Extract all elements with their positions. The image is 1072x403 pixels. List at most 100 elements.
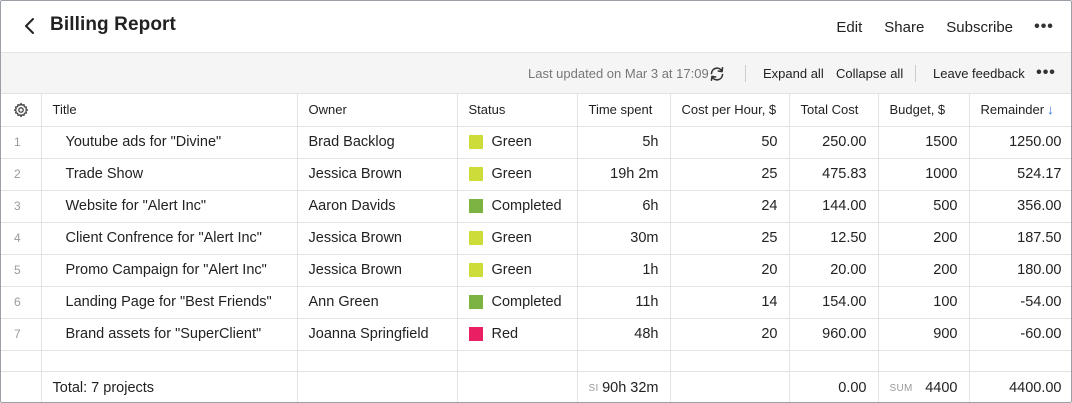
edit-button[interactable]: Edit: [836, 19, 862, 36]
remainder-cell[interactable]: 356.00: [969, 190, 1071, 223]
budget-cell[interactable]: 200: [878, 254, 970, 287]
row-index: 5: [1, 254, 42, 287]
column-header-budget[interactable]: Budget, $: [878, 94, 970, 127]
more-dots-icon: •••: [1034, 18, 1054, 35]
remainder-cell[interactable]: 524.17: [969, 158, 1071, 191]
expand-all-button[interactable]: Expand all: [763, 66, 824, 81]
project-title-cell[interactable]: Client Confrence for "Alert Inc": [41, 222, 298, 255]
remainder-cell[interactable]: -60.00: [969, 318, 1071, 351]
column-header-owner[interactable]: Owner: [297, 94, 458, 127]
cost-per-hour-cell[interactable]: 14: [670, 286, 790, 319]
page-title: Billing Report: [50, 14, 176, 35]
total-cost-cell[interactable]: 144.00: [789, 190, 879, 223]
total-cost-cell[interactable]: 12.50: [789, 222, 879, 255]
remainder-cell[interactable]: 180.00: [969, 254, 1071, 287]
total-cost-cell[interactable]: 154.00: [789, 286, 879, 319]
total-cost-cell[interactable]: 20.00: [789, 254, 879, 287]
project-title-cell[interactable]: Landing Page for "Best Friends": [41, 286, 298, 319]
owner-cell[interactable]: Jessica Brown: [297, 254, 458, 287]
cost-per-hour-cell[interactable]: 20: [670, 254, 790, 287]
share-button[interactable]: Share: [884, 19, 924, 36]
status-cell[interactable]: Completed: [457, 286, 578, 319]
owner-cell[interactable]: Ann Green: [297, 286, 458, 319]
collapse-all-button[interactable]: Collapse all: [836, 66, 903, 81]
project-title-cell[interactable]: Youtube ads for "Divine": [41, 126, 298, 159]
time-spent-cell[interactable]: 19h 2m: [577, 158, 671, 191]
owner-cell[interactable]: Aaron Davids: [297, 190, 458, 223]
time-spent-cell[interactable]: 11h: [577, 286, 671, 319]
status-badge: Green: [468, 134, 566, 150]
time-spent-cell[interactable]: 5h: [577, 126, 671, 159]
empty-cell: [1, 350, 42, 372]
back-arrow-icon[interactable]: [19, 15, 41, 37]
status-color-swatch: [468, 263, 483, 277]
cost-per-hour-cell[interactable]: 50: [670, 126, 790, 159]
empty-cell: [457, 350, 578, 372]
budget-cell[interactable]: 1500: [878, 126, 970, 159]
table-row[interactable]: 2 Trade Show Jessica Brown Green 19h 2m 25 475…: [1, 158, 1071, 191]
column-header-remainder[interactable]: Remainder ↓: [969, 94, 1071, 127]
column-header-time-spent[interactable]: Time spent: [577, 94, 671, 127]
remainder-cell[interactable]: -54.00: [969, 286, 1071, 319]
cost-per-hour-cell[interactable]: 25: [670, 158, 790, 191]
sort-descending-icon[interactable]: ↓: [1047, 102, 1054, 117]
cost-per-hour-cell[interactable]: 25: [670, 222, 790, 255]
column-header-cost-per-hour[interactable]: Cost per Hour, $: [670, 94, 790, 127]
budget-cell[interactable]: 1000: [878, 158, 970, 191]
row-index: 1: [1, 126, 42, 159]
project-title-cell[interactable]: Website for "Alert Inc": [41, 190, 298, 223]
status-cell[interactable]: Red: [457, 318, 578, 351]
time-spent-cell[interactable]: 6h: [577, 190, 671, 223]
column-settings-cell[interactable]: [1, 94, 42, 127]
column-header-total-cost[interactable]: Total Cost: [789, 94, 879, 127]
time-spent-cell[interactable]: 48h: [577, 318, 671, 351]
owner-cell[interactable]: Joanna Springfield: [297, 318, 458, 351]
owner-cell[interactable]: Jessica Brown: [297, 222, 458, 255]
remainder-cell[interactable]: 187.50: [969, 222, 1071, 255]
cost-per-hour-cell[interactable]: 24: [670, 190, 790, 223]
table-row[interactable]: 7 Brand assets for "SuperClient" Joanna Sp…: [1, 318, 1071, 351]
total-cost-cell[interactable]: 960.00: [789, 318, 879, 351]
status-label: Green: [491, 262, 532, 278]
gear-icon[interactable]: [13, 102, 29, 118]
budget-cell[interactable]: 200: [878, 222, 970, 255]
budget-cell[interactable]: 500: [878, 190, 970, 223]
status-cell[interactable]: Completed: [457, 190, 578, 223]
status-cell[interactable]: Green: [457, 158, 578, 191]
status-badge: Green: [468, 262, 566, 278]
column-header-status[interactable]: Status: [457, 94, 578, 127]
status-cell[interactable]: Green: [457, 222, 578, 255]
time-spent-cell[interactable]: 30m: [577, 222, 671, 255]
subscribe-button[interactable]: Subscribe: [946, 19, 1013, 36]
table-row[interactable]: 6 Landing Page for "Best Friends" Ann Gree…: [1, 286, 1071, 319]
header-more-button[interactable]: •••: [1017, 1, 1071, 53]
column-header-title[interactable]: Title: [41, 94, 298, 127]
totals-label: Total: 7 projects: [41, 371, 298, 402]
status-cell[interactable]: Green: [457, 254, 578, 287]
toolbar-more-button[interactable]: •••: [1031, 61, 1061, 85]
table-row[interactable]: 4 Client Confrence for "Alert Inc" Jessica…: [1, 222, 1071, 255]
status-badge: Completed: [468, 294, 566, 310]
total-cost-cell[interactable]: 475.83: [789, 158, 879, 191]
owner-cell[interactable]: Brad Backlog: [297, 126, 458, 159]
status-cell[interactable]: Green: [457, 126, 578, 159]
project-title-cell[interactable]: Brand assets for "SuperClient": [41, 318, 298, 351]
total-cost-cell[interactable]: 250.00: [789, 126, 879, 159]
remainder-cell[interactable]: 1250.00: [969, 126, 1071, 159]
budget-cell[interactable]: 900: [878, 318, 970, 351]
cost-per-hour-cell[interactable]: 20: [670, 318, 790, 351]
row-index: 6: [1, 286, 42, 319]
budget-cell[interactable]: 100: [878, 286, 970, 319]
refresh-icon[interactable]: [708, 65, 726, 83]
row-index: 2: [1, 158, 42, 191]
table-row[interactable]: 5 Promo Campaign for "Alert Inc" Jessica B…: [1, 254, 1071, 287]
project-title-cell[interactable]: Trade Show: [41, 158, 298, 191]
table-row[interactable]: 3 Website for "Alert Inc" Aaron Davids Comp…: [1, 190, 1071, 223]
leave-feedback-button[interactable]: Leave feedback: [933, 66, 1025, 81]
status-badge: Green: [468, 230, 566, 246]
project-title-cell[interactable]: Promo Campaign for "Alert Inc": [41, 254, 298, 287]
table-row[interactable]: 1 Youtube ads for "Divine" Brad Backlog Gre…: [1, 126, 1071, 159]
empty-row: [1, 350, 1071, 372]
time-spent-cell[interactable]: 1h: [577, 254, 671, 287]
owner-cell[interactable]: Jessica Brown: [297, 158, 458, 191]
